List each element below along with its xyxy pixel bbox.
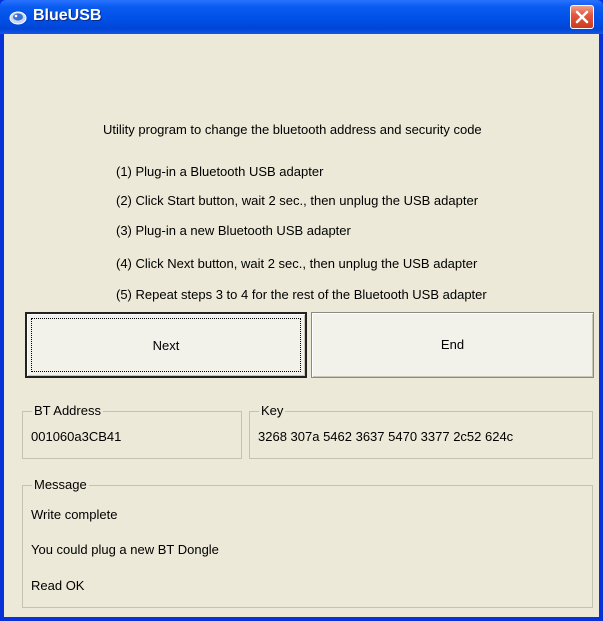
step-3: (3) Plug-in a new Bluetooth USB adapter (116, 223, 351, 238)
next-button[interactable]: Next (25, 312, 307, 378)
step-5: (5) Repeat steps 3 to 4 for the rest of … (116, 287, 487, 302)
intro-text: Utility program to change the bluetooth … (103, 122, 482, 137)
message-line-1: Write complete (31, 507, 118, 522)
key-value: 3268 307a 5462 3637 5470 3377 2c52 624c (258, 429, 514, 444)
next-button-label: Next (152, 338, 180, 353)
close-button[interactable] (570, 5, 594, 29)
key-label: Key (259, 403, 286, 419)
bt-address-value: 001060a3CB41 (31, 429, 122, 444)
title-bar[interactable]: BlueUSB (0, 0, 603, 34)
end-button-label: End (440, 337, 465, 352)
dialog-body: Utility program to change the bluetooth … (4, 34, 599, 617)
bluetooth-app-icon (9, 11, 27, 25)
message-group: Message Write complete You could plug a … (22, 477, 593, 608)
key-group: Key 3268 307a 5462 3637 5470 3377 2c52 6… (249, 403, 593, 459)
step-4: (4) Click Next button, wait 2 sec., then… (116, 256, 478, 271)
app-window: BlueUSB Utility program to change the bl… (0, 0, 603, 621)
step-1: (1) Plug-in a Bluetooth USB adapter (116, 164, 324, 179)
bt-address-label: BT Address (32, 403, 103, 419)
end-button[interactable]: End (311, 312, 594, 378)
message-line-2: You could plug a new BT Dongle (31, 542, 219, 557)
close-icon (575, 10, 589, 24)
message-line-3: Read OK (31, 578, 85, 593)
window-title: BlueUSB (33, 7, 102, 24)
bt-address-group: BT Address 001060a3CB41 (22, 403, 242, 459)
message-label: Message (32, 477, 89, 493)
step-2: (2) Click Start button, wait 2 sec., the… (116, 193, 479, 208)
